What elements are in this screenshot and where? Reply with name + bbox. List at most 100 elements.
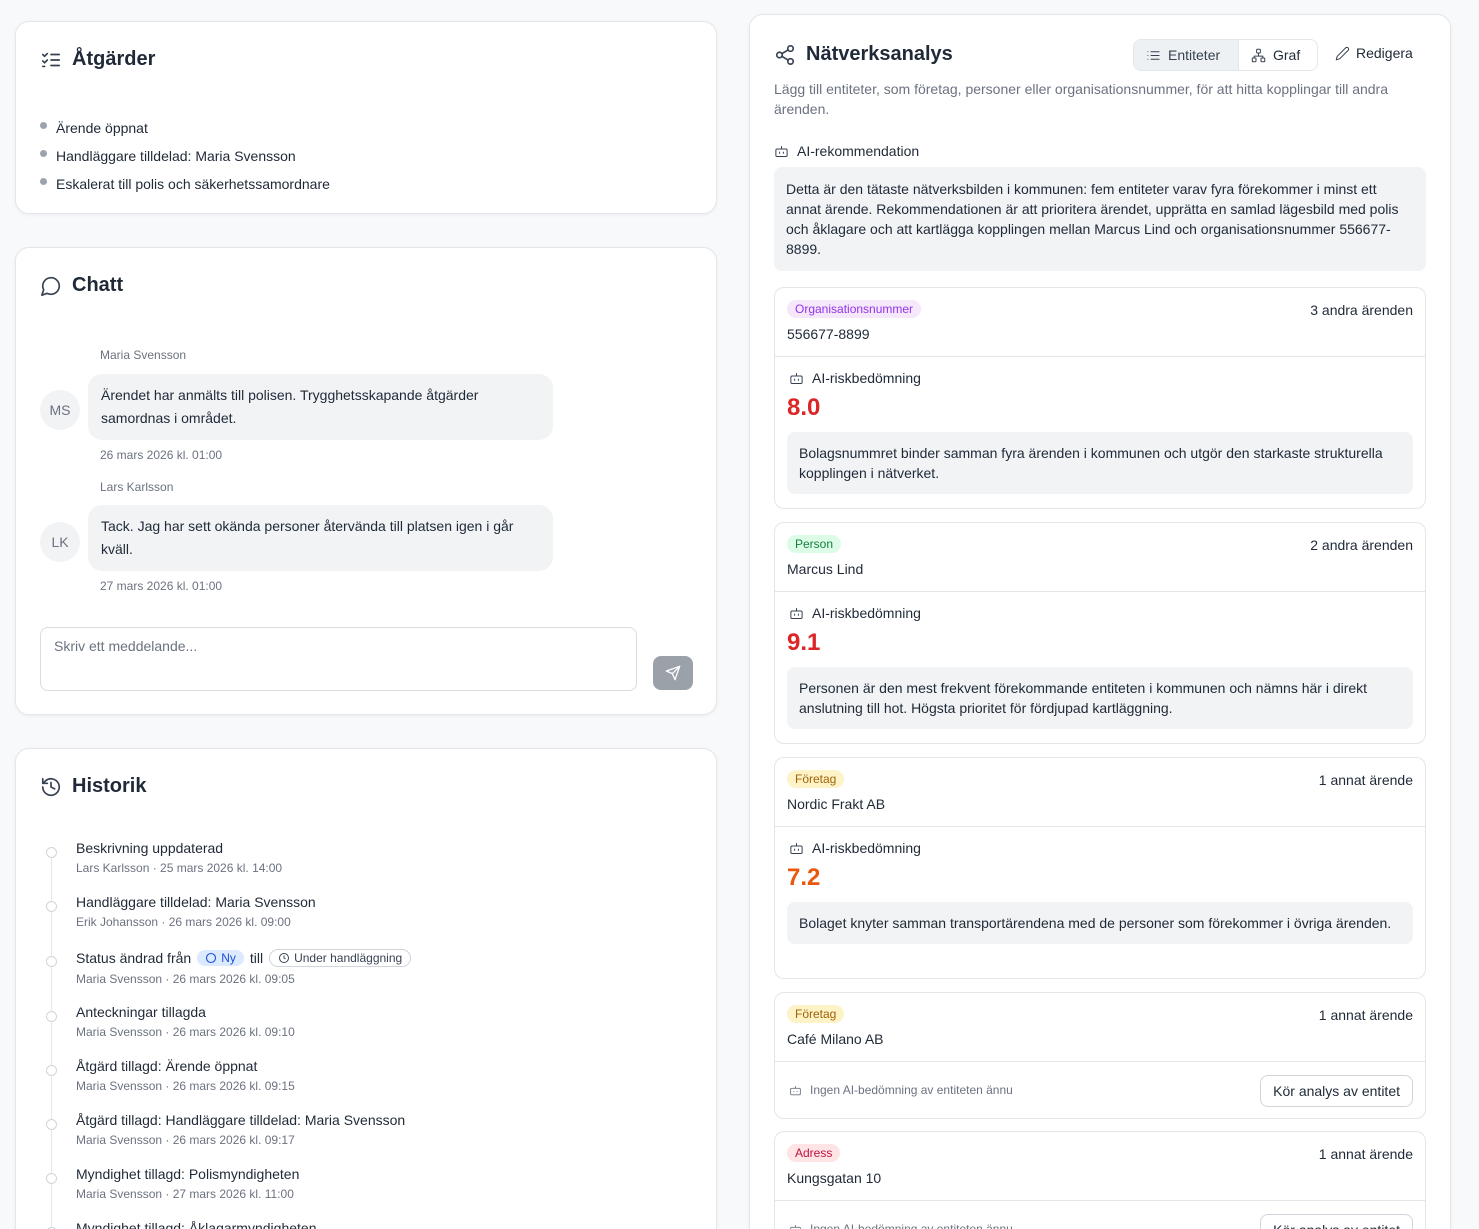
no-assessment-note: Ingen AI-bedömning av entiteten ännu xyxy=(789,1222,1013,1229)
bot-icon xyxy=(790,607,803,619)
risk-reason: Personen är den mest frekvent förekomman… xyxy=(787,667,1413,729)
entity-case-count: 3 andra ärenden xyxy=(1310,302,1413,318)
badge-in-progress-label: Under handläggning xyxy=(294,951,403,965)
chat-bubble-icon xyxy=(41,276,61,296)
entity-case-count: 1 annat ärende xyxy=(1318,1007,1413,1023)
entity-card: Organisationsnummer 3 andra ärenden 5566… xyxy=(774,287,1426,509)
action-item: Ärende öppnat xyxy=(40,114,330,142)
risk-assessment-header: AI-riskbedömning xyxy=(789,370,921,386)
history-entry-meta: Maria Svensson · 26 mars 2026 kl. 09:10 xyxy=(76,1025,295,1039)
history-entry-meta: Lars Karlsson · 25 mars 2026 kl. 14:00 xyxy=(76,861,283,875)
status-to-word: till xyxy=(249,950,264,966)
risk-score: 8.0 xyxy=(787,394,821,421)
action-item-text: Eskalerat till polis och säkerhetssamord… xyxy=(56,176,330,192)
history-entry-title: Åtgärd tillagd: Handläggare tilldelad: M… xyxy=(76,1112,406,1128)
view-entities-tab[interactable]: Entiteter xyxy=(1134,40,1239,70)
avatar: MS xyxy=(40,390,80,430)
edit-button[interactable]: Redigera xyxy=(1335,45,1413,61)
avatar: LK xyxy=(40,522,80,562)
history-entry-title: Anteckningar tillagda xyxy=(76,1004,206,1020)
history-entry-meta: Maria Svensson · 26 mars 2026 kl. 09:05 xyxy=(76,972,295,986)
status-badge-new: Ny xyxy=(197,950,244,966)
history-entry-title: Handläggare tilldelad: Maria Svensson xyxy=(76,894,316,910)
entity-name: Nordic Frakt AB xyxy=(787,796,886,812)
run-entity-analysis-button[interactable]: Kör analys av entitet xyxy=(1260,1075,1413,1107)
history-entry-title: Åtgärd tillagd: Ärende öppnat xyxy=(76,1058,258,1074)
message-time: 26 mars 2026 kl. 01:00 xyxy=(100,448,223,462)
send-button[interactable] xyxy=(653,656,693,690)
entity-type-tag: Person xyxy=(787,535,842,553)
run-entity-analysis-button[interactable]: Kör analys av entitet xyxy=(1260,1214,1413,1229)
divider xyxy=(775,356,1425,357)
actions-list: Ärende öppnat Handläggare tilldelad: Mar… xyxy=(40,114,330,198)
entity-type-tag: Företag xyxy=(787,1005,845,1023)
message-input[interactable]: Skriv ett meddelande... xyxy=(40,627,637,691)
entity-card: Adress 1 annat ärende Kungsgatan 10 Inge… xyxy=(774,1131,1426,1229)
timeline-node xyxy=(46,956,57,967)
view-entities-label: Entiteter xyxy=(1168,47,1221,63)
history-entry-meta: Erik Johansson · 26 mars 2026 kl. 09:00 xyxy=(76,915,291,929)
entity-card: Företag 1 annat ärende Nordic Frakt AB A… xyxy=(774,757,1426,979)
bot-icon xyxy=(775,145,788,157)
divider xyxy=(775,826,1425,827)
history-entry-title: Myndighet tillagd: Polismyndigheten xyxy=(76,1166,300,1182)
history-title: Historik xyxy=(40,775,146,798)
divider xyxy=(775,591,1425,592)
action-item-text: Handläggare tilldelad: Maria Svensson xyxy=(56,148,296,164)
message-author: Lars Karlsson xyxy=(100,480,174,494)
risk-label: AI-riskbedömning xyxy=(812,605,921,621)
entity-type-tag: Organisationsnummer xyxy=(787,300,922,318)
graph-icon xyxy=(1251,48,1266,62)
bot-icon xyxy=(790,1085,801,1095)
history-entry-title: Beskrivning uppdaterad xyxy=(76,840,224,856)
message-bubble: Tack. Jag har sett okända personer återv… xyxy=(88,505,553,571)
view-graph-tab[interactable]: Graf xyxy=(1239,40,1312,70)
bot-icon xyxy=(790,842,803,854)
history-entry-meta: Maria Svensson · 26 mars 2026 kl. 09:17 xyxy=(76,1133,295,1147)
entity-name: Kungsgatan 10 xyxy=(787,1170,882,1186)
message-time: 27 mars 2026 kl. 01:00 xyxy=(100,579,223,593)
divider xyxy=(775,1061,1425,1062)
chat-title-text: Chatt xyxy=(72,274,124,296)
entity-name: 556677-8899 xyxy=(787,326,870,342)
history-entry-meta: Maria Svensson · 26 mars 2026 kl. 09:15 xyxy=(76,1079,295,1093)
share-network-icon xyxy=(775,44,795,65)
actions-title-text: Åtgärder xyxy=(72,48,156,70)
checklist-icon xyxy=(41,52,61,67)
risk-reason: Bolagsnummret binder samman fyra ärenden… xyxy=(787,432,1413,494)
risk-assessment-header: AI-riskbedömning xyxy=(789,840,921,856)
entity-type-tag: Företag xyxy=(787,770,845,788)
entity-case-count: 1 annat ärende xyxy=(1318,772,1413,788)
entity-case-count: 1 annat ärende xyxy=(1318,1146,1413,1162)
entity-card: Företag 1 annat ärende Café Milano AB In… xyxy=(774,992,1426,1119)
status-from-label: Status ändrad från xyxy=(76,950,192,966)
action-item: Eskalerat till polis och säkerhetssamord… xyxy=(40,170,330,198)
timeline-node xyxy=(46,1011,57,1022)
message-bubble: Ärendet har anmälts till polisen. Tryggh… xyxy=(88,374,553,440)
entity-name: Café Milano AB xyxy=(787,1031,884,1047)
status-badge-in-progress: Under handläggning xyxy=(269,949,412,967)
history-entry-title: Status ändrad från Ny till Under handläg… xyxy=(76,949,412,967)
risk-label: AI-riskbedömning xyxy=(812,840,921,856)
actions-title: Åtgärder xyxy=(40,48,155,71)
circle-icon xyxy=(206,952,217,964)
entity-case-count: 2 andra ärenden xyxy=(1310,537,1413,553)
view-toggle: Entiteter Graf xyxy=(1133,39,1318,71)
no-assessment-text: Ingen AI-bedömning av entiteten ännu xyxy=(810,1222,1013,1229)
risk-score: 7.2 xyxy=(787,864,821,891)
network-analysis-card: Nätverksanalys Entiteter Graf Redigera L… xyxy=(749,14,1451,1229)
entity-card: Person 2 andra ärenden Marcus Lind AI-ri… xyxy=(774,522,1426,744)
network-title: Nätverksanalys xyxy=(774,43,953,66)
history-card: Historik Beskrivning uppdaterad Lars Kar… xyxy=(15,748,717,1229)
risk-score: 9.1 xyxy=(787,629,821,656)
bot-icon xyxy=(790,1224,801,1229)
ai-recommendation-header: AI-rekommendation xyxy=(774,143,919,159)
risk-assessment-header: AI-riskbedömning xyxy=(789,605,921,621)
ai-recommendation-text: Detta är den tätaste nätverksbilden i ko… xyxy=(774,167,1426,271)
no-assessment-note: Ingen AI-bedömning av entiteten ännu xyxy=(789,1083,1013,1097)
history-entry-meta: Maria Svensson · 27 mars 2026 kl. 11:00 xyxy=(76,1187,294,1201)
entity-type-tag: Adress xyxy=(787,1144,841,1162)
bot-icon xyxy=(790,372,803,384)
clock-icon xyxy=(279,953,290,963)
actions-card: Åtgärder Ärende öppnat Handläggare tilld… xyxy=(15,21,717,214)
